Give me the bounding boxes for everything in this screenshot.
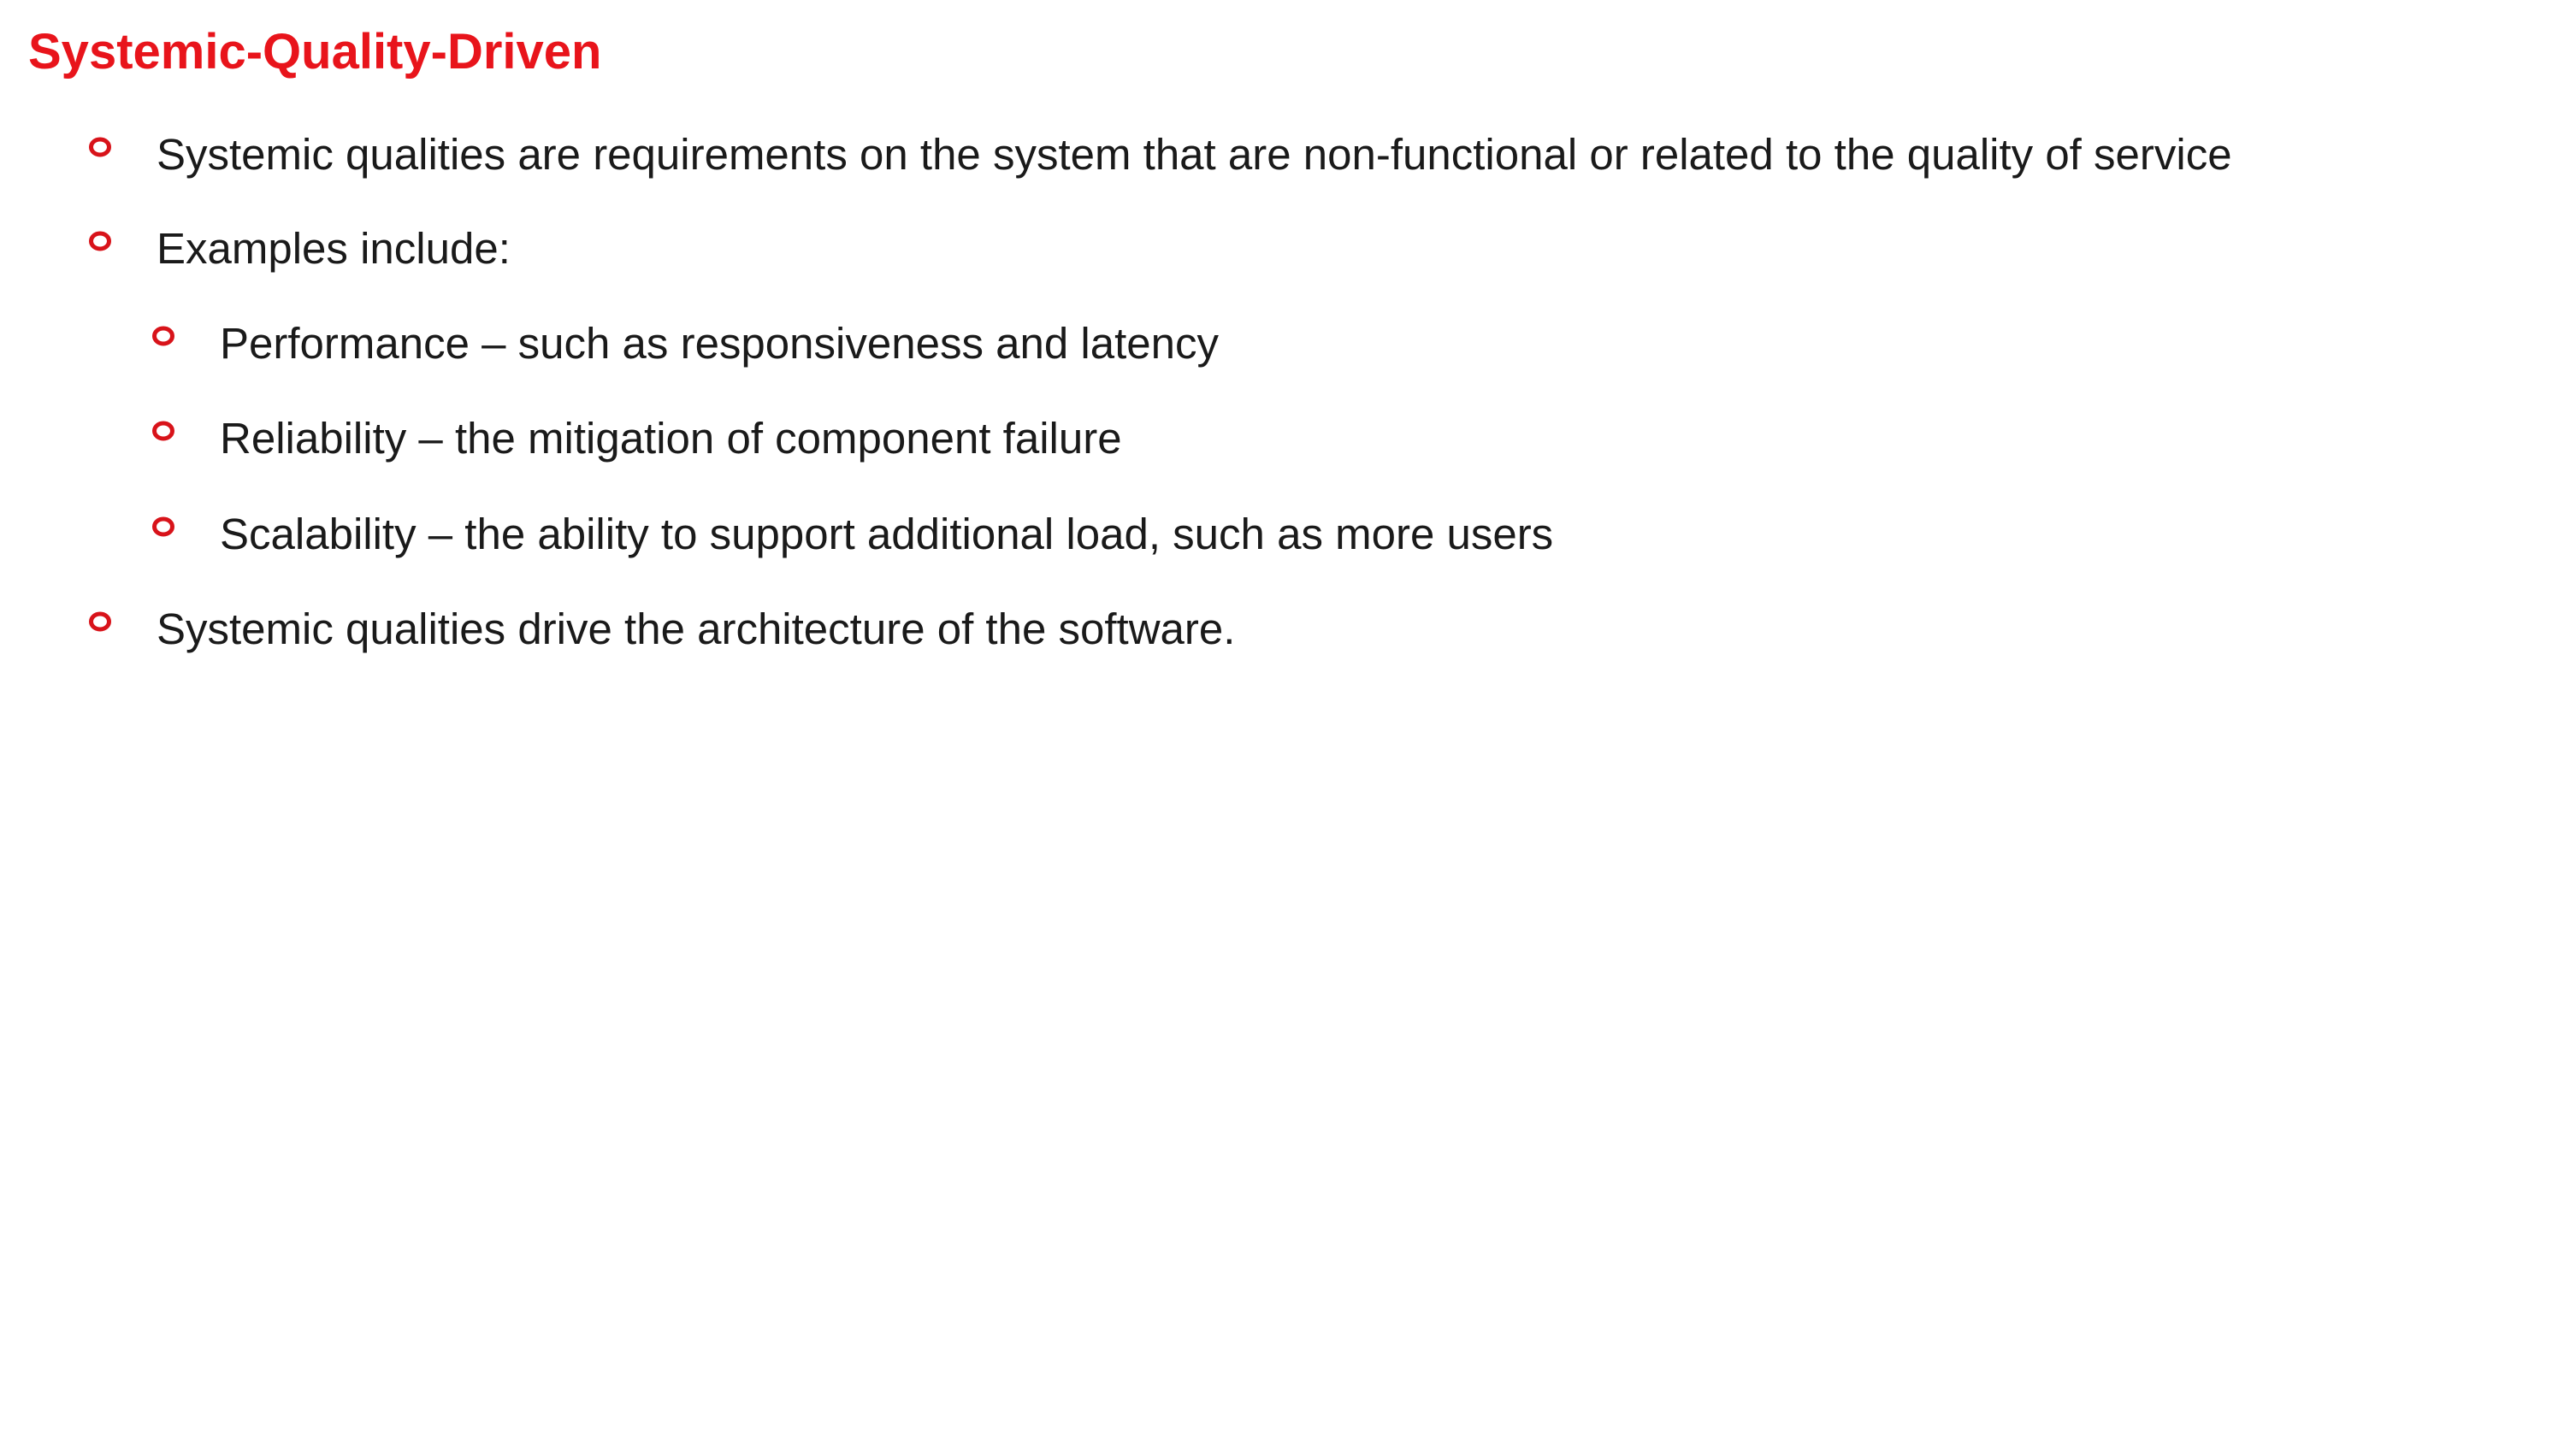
bullet-item: Examples include: bbox=[0, 219, 2576, 279]
slide: Systemic-Quality-Driven Systemic qualiti… bbox=[0, 0, 2576, 1439]
red-ring-bullet-icon bbox=[151, 504, 175, 564]
sub-bullet-text: Performance – such as responsiveness and… bbox=[220, 319, 1219, 368]
sub-bullet-text: Reliability – the mitigation of componen… bbox=[220, 414, 1122, 463]
slide-title: Systemic-Quality-Driven bbox=[28, 24, 602, 80]
sub-bullet-item: Performance – such as responsiveness and… bbox=[0, 314, 2576, 374]
sub-bullet-text: Scalability – the ability to support add… bbox=[220, 510, 1554, 558]
bullet-item: Systemic qualities are requirements on t… bbox=[0, 125, 2576, 185]
red-ring-bullet-icon bbox=[88, 125, 112, 185]
red-ring-bullet-icon bbox=[88, 599, 112, 659]
bullet-text: Systemic qualities are requirements on t… bbox=[157, 130, 2232, 179]
sub-bullet-item: Scalability – the ability to support add… bbox=[0, 504, 2576, 564]
bullet-text: Systemic qualities drive the architectur… bbox=[157, 604, 1236, 653]
sub-bullet-item: Reliability – the mitigation of componen… bbox=[0, 409, 2576, 469]
bullet-item: Systemic qualities drive the architectur… bbox=[0, 599, 2576, 659]
red-ring-bullet-icon bbox=[88, 219, 112, 279]
red-ring-bullet-icon bbox=[151, 314, 175, 374]
bullet-text: Examples include: bbox=[157, 224, 511, 273]
red-ring-bullet-icon bbox=[151, 409, 175, 469]
